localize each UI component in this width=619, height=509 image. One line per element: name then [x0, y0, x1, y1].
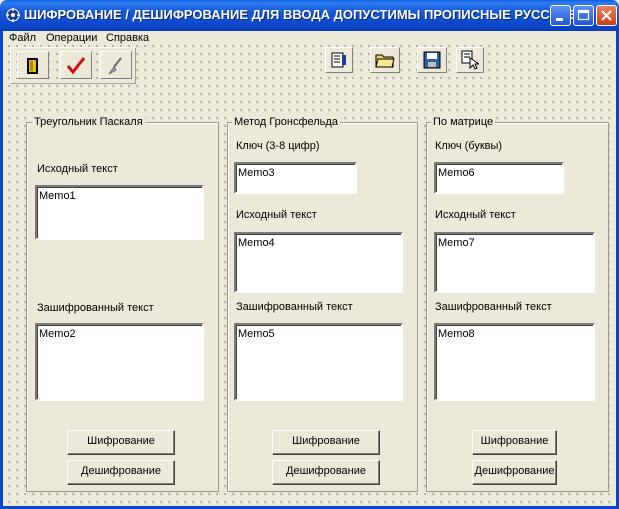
- matrix-encrypted-label: Зашифрованный текст: [435, 301, 552, 313]
- gronsfeld-key-memo[interactable]: Memo3: [234, 162, 357, 194]
- minimize-icon: [556, 18, 563, 21]
- gronsfeld-decrypt-button[interactable]: Дешифрование: [272, 460, 380, 485]
- minimize-button[interactable]: [550, 5, 571, 26]
- properties-button[interactable]: [325, 47, 353, 73]
- menu-operations[interactable]: Операции: [46, 31, 97, 45]
- exit-door-icon: [27, 58, 38, 74]
- pointer-icon: [461, 50, 479, 70]
- checkmark-icon: [66, 57, 86, 75]
- pascal-decrypt-button[interactable]: Дешифрование: [67, 460, 175, 485]
- properties-icon: [331, 52, 346, 68]
- gronsfeld-key-label: Ключ (3-8 цифр): [236, 140, 320, 152]
- matrix-key-label: Ключ (буквы): [435, 140, 503, 152]
- menu-file[interactable]: Файл: [9, 31, 36, 45]
- close-icon: [601, 10, 612, 21]
- matrix-group-title: По матрице: [431, 116, 496, 128]
- gronsfeld-encrypted-label: Зашифрованный текст: [236, 301, 353, 313]
- save-button[interactable]: [417, 47, 447, 73]
- matrix-source-memo[interactable]: Memo7: [434, 232, 595, 293]
- gronsfeld-source-memo[interactable]: Memo4: [234, 232, 403, 293]
- maximize-button[interactable]: [573, 5, 594, 26]
- pascal-group-title: Треугольник Паскаля: [32, 116, 145, 128]
- matrix-source-label: Исходный текст: [435, 209, 516, 221]
- open-folder-icon: [375, 54, 395, 68]
- brush-icon: [108, 57, 122, 75]
- pascal-source-label: Исходный текст: [37, 163, 118, 175]
- open-button[interactable]: [370, 47, 400, 73]
- app-icon[interactable]: [5, 7, 21, 23]
- check-button[interactable]: [60, 51, 92, 79]
- pascal-encrypt-button[interactable]: Шифрование: [67, 430, 175, 455]
- save-disk-icon: [423, 51, 441, 69]
- select-button[interactable]: [456, 47, 484, 73]
- pascal-encrypted-memo[interactable]: Memo2: [35, 323, 204, 401]
- gronsfeld-source-label: Исходный текст: [236, 209, 317, 221]
- close-button[interactable]: [596, 5, 617, 26]
- pascal-encrypted-label: Зашифрованный текст: [37, 302, 154, 314]
- matrix-encrypt-button[interactable]: Шифрование: [472, 430, 557, 455]
- gronsfeld-encrypted-memo[interactable]: Memo5: [234, 323, 403, 401]
- pascal-source-memo[interactable]: Memo1: [35, 185, 204, 240]
- maximize-icon: [577, 9, 590, 21]
- menu-help[interactable]: Справка: [106, 31, 149, 45]
- matrix-decrypt-button[interactable]: Дешифрование: [472, 460, 557, 485]
- exit-button[interactable]: [17, 51, 49, 79]
- matrix-key-memo[interactable]: Memo6: [434, 162, 564, 194]
- window-title: ШИФРОВАНИЕ / ДЕШИФРОВАНИЕ ДЛЯ ВВОДА ДОПУ…: [24, 7, 591, 22]
- clear-button[interactable]: [100, 51, 132, 79]
- gronsfeld-encrypt-button[interactable]: Шифрование: [272, 430, 380, 455]
- matrix-encrypted-memo[interactable]: Memo8: [434, 323, 595, 401]
- gronsfeld-group-title: Метод Гронсфельда: [232, 116, 340, 128]
